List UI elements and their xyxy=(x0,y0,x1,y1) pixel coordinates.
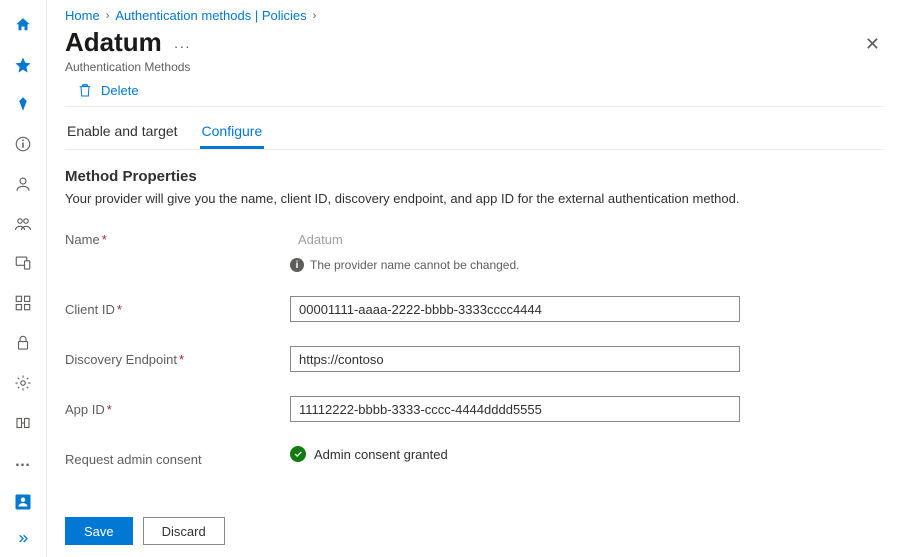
nav-diamond-icon[interactable] xyxy=(0,86,47,124)
form-row-app-id: App ID* xyxy=(65,396,884,422)
close-icon[interactable]: ✕ xyxy=(865,34,880,55)
consent-status: Admin consent granted xyxy=(290,446,740,462)
nav-more-icon[interactable]: … xyxy=(0,443,47,481)
chevron-right-icon: › xyxy=(106,10,110,22)
form-row-name: Name* i The provider name cannot be chan… xyxy=(65,226,884,272)
tabs: Enable and target Configure xyxy=(65,115,884,149)
page-title: Adatum xyxy=(65,27,162,58)
name-info-text: The provider name cannot be changed. xyxy=(310,258,519,272)
tab-configure[interactable]: Configure xyxy=(200,115,265,149)
main-content: Home › Authentication methods | Policies… xyxy=(47,0,902,557)
nav-home-icon[interactable] xyxy=(0,6,47,44)
delete-button[interactable]: Delete xyxy=(65,80,884,106)
info-icon: i xyxy=(290,258,304,272)
nav-security-icon[interactable] xyxy=(0,324,47,362)
divider xyxy=(65,106,884,107)
nav-profile-icon[interactable] xyxy=(0,483,47,521)
chevron-right-icon: › xyxy=(313,10,317,22)
check-icon xyxy=(290,446,306,462)
nav-devices-icon[interactable] xyxy=(0,245,47,283)
nav-info-icon[interactable] xyxy=(0,125,47,163)
app-id-label: App ID* xyxy=(65,396,290,417)
title-row: Adatum ··· xyxy=(65,27,884,58)
nav-gear-icon[interactable] xyxy=(0,364,47,402)
tab-enable-and-target[interactable]: Enable and target xyxy=(65,115,180,149)
trash-icon xyxy=(77,82,93,98)
form-row-client-id: Client ID* xyxy=(65,296,884,322)
discard-button[interactable]: Discard xyxy=(143,517,225,545)
section-title: Method Properties xyxy=(65,168,884,185)
nav-favorites-icon[interactable] xyxy=(0,46,47,84)
breadcrumb-auth-methods[interactable]: Authentication methods | Policies xyxy=(115,8,306,23)
more-actions-icon[interactable]: ··· xyxy=(174,38,191,54)
app-id-input[interactable] xyxy=(290,396,740,422)
section-description: Your provider will give you the name, cl… xyxy=(65,191,884,206)
discovery-label: Discovery Endpoint* xyxy=(65,346,290,367)
nav-user-icon[interactable] xyxy=(0,165,47,203)
footer-actions: Save Discard xyxy=(65,513,884,557)
nav-org-icon[interactable] xyxy=(0,404,47,442)
name-input xyxy=(290,226,740,252)
nav-apps-icon[interactable] xyxy=(0,284,47,322)
client-id-label: Client ID* xyxy=(65,296,290,317)
form-row-discovery: Discovery Endpoint* xyxy=(65,346,884,372)
breadcrumb: Home › Authentication methods | Policies… xyxy=(65,8,884,23)
nav-expand-icon[interactable] xyxy=(0,523,47,557)
consent-status-text: Admin consent granted xyxy=(314,447,448,462)
name-label: Name* xyxy=(65,226,290,247)
client-id-input[interactable] xyxy=(290,296,740,322)
discovery-input[interactable] xyxy=(290,346,740,372)
breadcrumb-home[interactable]: Home xyxy=(65,8,100,23)
consent-label: Request admin consent xyxy=(65,446,290,467)
page-subtitle: Authentication Methods xyxy=(65,60,884,74)
divider xyxy=(65,149,884,150)
form-row-consent: Request admin consent Admin consent gran… xyxy=(65,446,884,467)
save-button[interactable]: Save xyxy=(65,517,133,545)
delete-label: Delete xyxy=(101,83,139,98)
name-info: i The provider name cannot be changed. xyxy=(290,258,740,272)
left-nav-sidebar: … xyxy=(0,0,47,557)
nav-groups-icon[interactable] xyxy=(0,205,47,243)
